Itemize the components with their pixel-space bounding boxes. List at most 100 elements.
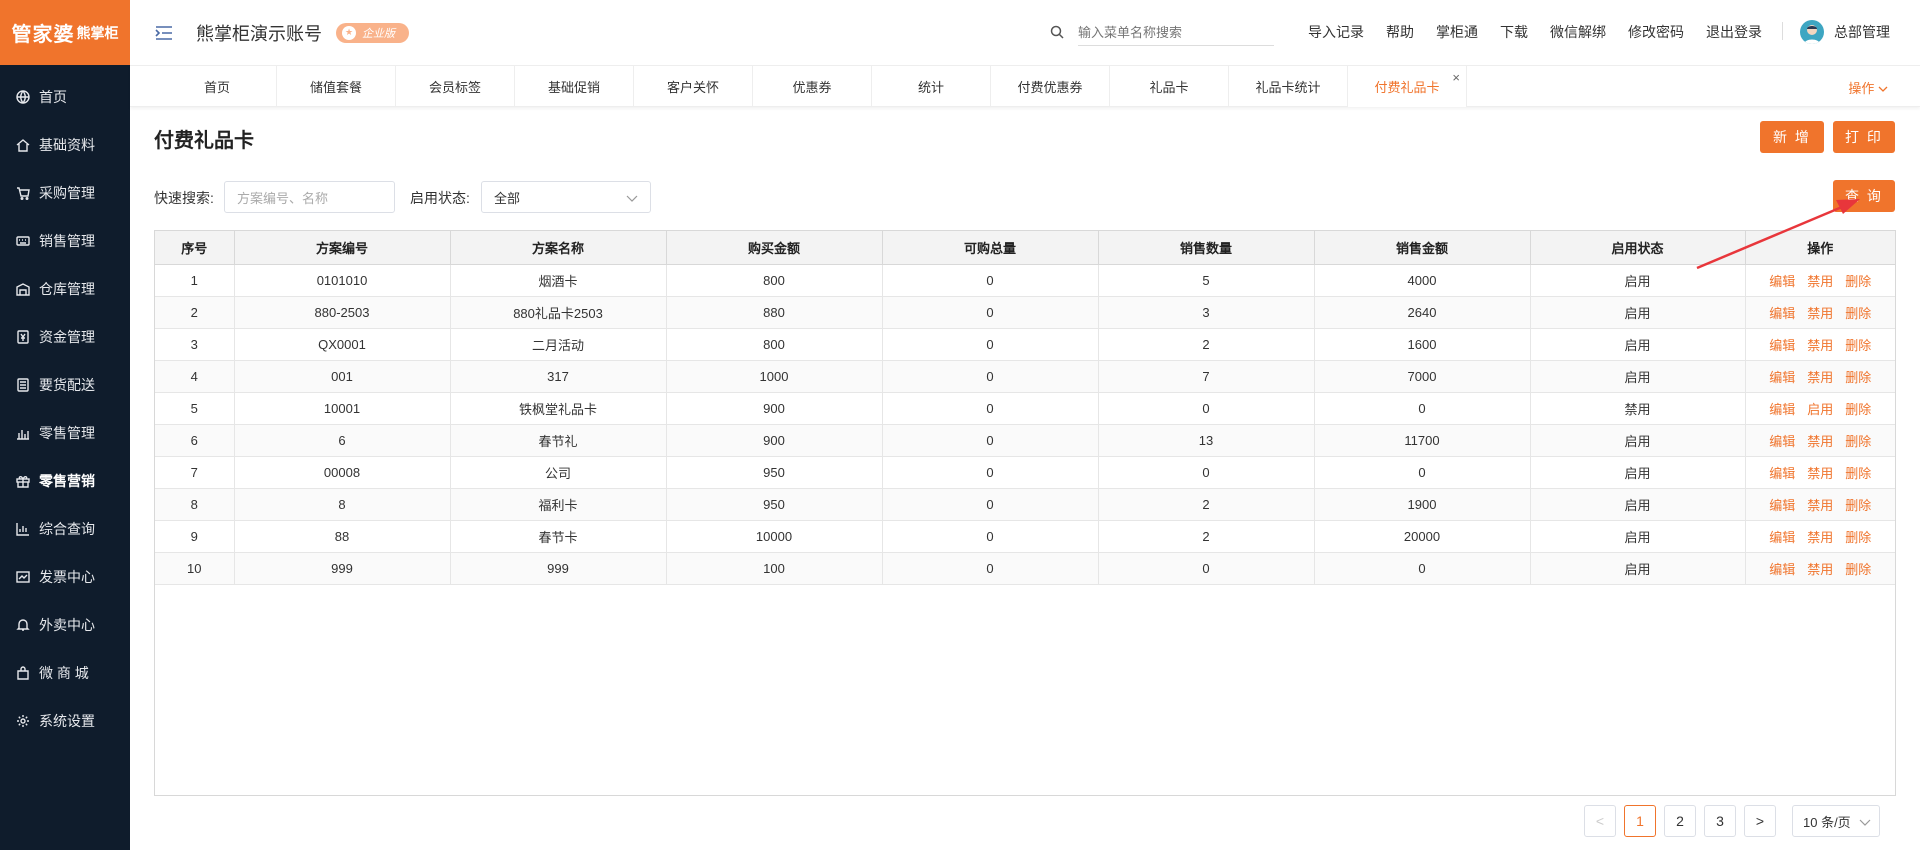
sidebar-item-11[interactable]: 外卖中心 bbox=[0, 601, 130, 649]
toggle-status-link[interactable]: 禁用 bbox=[1807, 530, 1833, 545]
delete-link[interactable]: 删除 bbox=[1845, 562, 1871, 577]
toggle-status-link[interactable]: 禁用 bbox=[1807, 466, 1833, 481]
tab-8[interactable]: 礼品卡 bbox=[1110, 66, 1229, 107]
edit-link[interactable]: 编辑 bbox=[1769, 338, 1795, 353]
add-button[interactable]: 新 增 bbox=[1760, 121, 1824, 153]
page-size-select[interactable]: 10 条/页 bbox=[1792, 805, 1880, 837]
toggle-status-link[interactable]: 禁用 bbox=[1807, 338, 1833, 353]
header-link-3[interactable]: 下载 bbox=[1500, 22, 1528, 42]
delete-link[interactable]: 删除 bbox=[1845, 306, 1871, 321]
query-button[interactable]: 查 询 bbox=[1833, 180, 1895, 212]
sidebar-item-12[interactable]: 微 商 城 bbox=[0, 649, 130, 697]
quick-search-input[interactable]: 方案编号、名称 bbox=[224, 181, 395, 213]
sidebar-item-8[interactable]: 零售营销 bbox=[0, 457, 130, 505]
print-button[interactable]: 打 印 bbox=[1833, 121, 1895, 153]
table-cell: 启用 bbox=[1530, 520, 1746, 553]
edit-link[interactable]: 编辑 bbox=[1769, 530, 1795, 545]
sidebar-item-label: 零售营销 bbox=[39, 473, 95, 489]
toggle-status-link[interactable]: 禁用 bbox=[1807, 306, 1833, 321]
header-link-1[interactable]: 帮助 bbox=[1386, 22, 1414, 42]
edit-link[interactable]: 编辑 bbox=[1769, 466, 1795, 481]
column-header: 方案编号 bbox=[234, 231, 451, 265]
tab-6[interactable]: 统计 bbox=[872, 66, 991, 107]
delete-link[interactable]: 删除 bbox=[1845, 530, 1871, 545]
sidebar-item-0[interactable]: 首页 bbox=[0, 73, 130, 121]
tab-label: 付费礼品卡 bbox=[1374, 80, 1440, 95]
tab-1[interactable]: 储值套餐 bbox=[277, 66, 396, 107]
sidebar-item-4[interactable]: 仓库管理 bbox=[0, 265, 130, 313]
table-cell: 0 bbox=[1098, 392, 1315, 425]
tab-actions-menu[interactable]: 操作 bbox=[1848, 78, 1888, 97]
keyboard-icon bbox=[15, 233, 31, 249]
sidebar-item-1[interactable]: 基础资料 bbox=[0, 121, 130, 169]
header-link-4[interactable]: 微信解绑 bbox=[1550, 22, 1606, 42]
brand-logo[interactable]: 管家婆 熊掌柜 bbox=[0, 0, 130, 65]
search-icon[interactable] bbox=[1050, 25, 1064, 42]
sidebar-item-13[interactable]: 系统设置 bbox=[0, 697, 130, 745]
globe-icon bbox=[15, 89, 31, 105]
page-button-2[interactable]: 2 bbox=[1664, 805, 1696, 837]
delete-link[interactable]: 删除 bbox=[1845, 274, 1871, 289]
sidebar-item-6[interactable]: 要货配送 bbox=[0, 361, 130, 409]
sidebar-item-7[interactable]: 零售管理 bbox=[0, 409, 130, 457]
table-cell: 2 bbox=[1098, 328, 1315, 361]
edit-link[interactable]: 编辑 bbox=[1769, 274, 1795, 289]
toggle-status-link[interactable]: 禁用 bbox=[1807, 434, 1833, 449]
tab-7[interactable]: 付费优惠券 bbox=[991, 66, 1110, 107]
tab-5[interactable]: 优惠券 bbox=[753, 66, 872, 107]
edit-link[interactable]: 编辑 bbox=[1769, 498, 1795, 513]
sidebar-item-9[interactable]: 综合查询 bbox=[0, 505, 130, 553]
tab-10[interactable]: 付费礼品卡 × bbox=[1348, 66, 1467, 107]
toggle-status-link[interactable]: 禁用 bbox=[1807, 370, 1833, 385]
header-link-6[interactable]: 退出登录 bbox=[1706, 22, 1762, 42]
toggle-status-link[interactable]: 启用 bbox=[1807, 402, 1833, 417]
header-link-5[interactable]: 修改密码 bbox=[1628, 22, 1684, 42]
table-cell: 10001 bbox=[234, 392, 451, 425]
sidebar-item-2[interactable]: 采购管理 bbox=[0, 169, 130, 217]
next-page-button[interactable]: > bbox=[1744, 805, 1776, 837]
delete-link[interactable]: 删除 bbox=[1845, 498, 1871, 513]
menu-toggle-icon[interactable] bbox=[154, 23, 174, 43]
tab-4[interactable]: 客户关怀 bbox=[634, 66, 753, 107]
toggle-status-link[interactable]: 禁用 bbox=[1807, 498, 1833, 513]
edit-link[interactable]: 编辑 bbox=[1769, 402, 1795, 417]
tab-label: 会员标签 bbox=[428, 80, 481, 95]
sidebar-item-5[interactable]: 资金管理 bbox=[0, 313, 130, 361]
delete-link[interactable]: 删除 bbox=[1845, 434, 1871, 449]
status-filter-label: 启用状态: bbox=[410, 190, 470, 206]
edit-link[interactable]: 编辑 bbox=[1769, 562, 1795, 577]
delete-link[interactable]: 删除 bbox=[1845, 466, 1871, 481]
header-link-2[interactable]: 掌柜通 bbox=[1436, 22, 1478, 42]
tab-2[interactable]: 会员标签 bbox=[396, 66, 515, 107]
delete-link[interactable]: 删除 bbox=[1845, 402, 1871, 417]
column-header: 启用状态 bbox=[1530, 231, 1746, 265]
tab-0[interactable]: 首页 bbox=[158, 66, 277, 107]
sidebar-item-label: 销售管理 bbox=[39, 233, 95, 249]
money-icon bbox=[15, 329, 31, 345]
prev-page-button[interactable]: < bbox=[1584, 805, 1616, 837]
sidebar-item-label: 综合查询 bbox=[39, 521, 95, 537]
menu-search-input[interactable] bbox=[1078, 20, 1274, 46]
sidebar-item-10[interactable]: 发票中心 bbox=[0, 553, 130, 601]
table-cell: 0 bbox=[882, 264, 1099, 297]
sidebar-item-3[interactable]: 销售管理 bbox=[0, 217, 130, 265]
tab-9[interactable]: 礼品卡统计 bbox=[1229, 66, 1348, 107]
table-cell: 999 bbox=[450, 552, 667, 585]
close-icon[interactable]: × bbox=[1452, 70, 1460, 85]
delete-link[interactable]: 删除 bbox=[1845, 370, 1871, 385]
edit-link[interactable]: 编辑 bbox=[1769, 434, 1795, 449]
table-row: 3 QX0001 二月活动 800 0 2 1600 启用 编辑 禁用 删除 bbox=[155, 328, 1895, 361]
edit-link[interactable]: 编辑 bbox=[1769, 306, 1795, 321]
toggle-status-link[interactable]: 禁用 bbox=[1807, 562, 1833, 577]
page-button-1[interactable]: 1 bbox=[1624, 805, 1656, 837]
toggle-status-link[interactable]: 禁用 bbox=[1807, 274, 1833, 289]
page-button-3[interactable]: 3 bbox=[1704, 805, 1736, 837]
user-menu[interactable]: 总部管理 bbox=[1800, 20, 1890, 44]
tab-3[interactable]: 基础促销 bbox=[515, 66, 634, 107]
edit-link[interactable]: 编辑 bbox=[1769, 370, 1795, 385]
delete-link[interactable]: 删除 bbox=[1845, 338, 1871, 353]
status-filter-select[interactable]: 全部 bbox=[481, 181, 651, 213]
column-header: 方案名称 bbox=[450, 231, 667, 265]
header-link-0[interactable]: 导入记录 bbox=[1308, 22, 1364, 42]
avatar[interactable] bbox=[1800, 20, 1824, 44]
